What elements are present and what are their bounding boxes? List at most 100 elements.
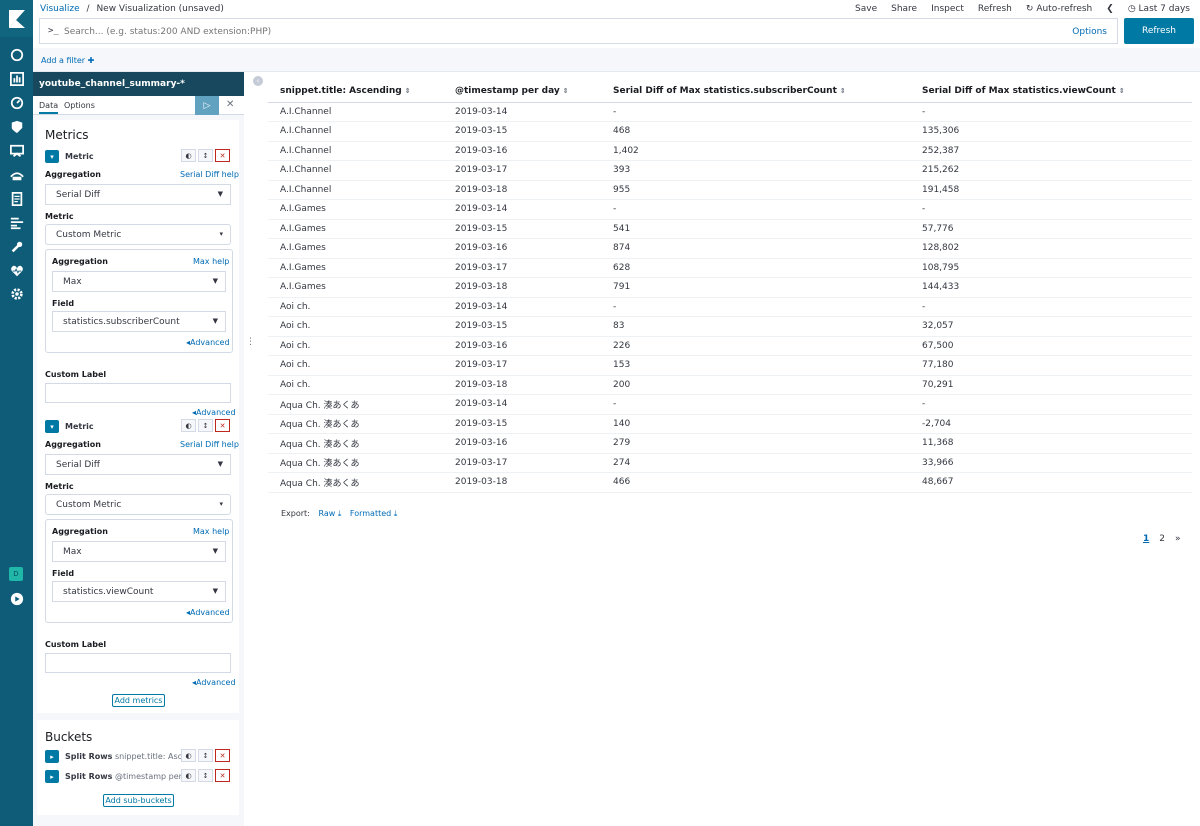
cell-subscriber-diff: 393: [601, 160, 910, 181]
max-help-link[interactable]: Max help: [193, 257, 229, 266]
toggle-enable-icon[interactable]: ◐: [181, 149, 196, 162]
metric-1-sub-advanced-toggle[interactable]: ◂Advanced: [186, 338, 230, 347]
logs-icon[interactable]: [8, 214, 25, 231]
kibana-logo-icon[interactable]: [0, 0, 33, 37]
remove-metric-icon[interactable]: ✕: [215, 149, 230, 162]
data-table: snippet.title: Ascending ⇕ @timestamp per…: [268, 80, 1192, 493]
column-header-view-diff[interactable]: Serial Diff of Max statistics.viewCount ⇕: [910, 80, 1192, 103]
metric-2-field-select[interactable]: statistics.viewCount ▼: [52, 581, 226, 602]
reorder-icon[interactable]: ↕: [198, 749, 213, 762]
discover-icon[interactable]: [8, 46, 25, 63]
tab-data[interactable]: Data: [39, 101, 59, 114]
cell-title: A.I.Channel: [268, 141, 443, 161]
add-metrics-button[interactable]: Add metrics: [112, 694, 165, 707]
toggle-enable-icon[interactable]: ◐: [181, 419, 196, 432]
page-1-link[interactable]: 1: [1143, 534, 1149, 544]
dev-tools-icon[interactable]: [8, 238, 25, 255]
toggle-enable-icon[interactable]: ◐: [181, 769, 196, 782]
metric-1-sub-aggregation-select[interactable]: Max ▼: [52, 271, 226, 292]
metric-2-toggle-chevron-icon[interactable]: ▾: [45, 420, 59, 433]
refresh-button[interactable]: Refresh: [1124, 18, 1194, 44]
cell-timestamp: 2019-03-14: [443, 297, 601, 317]
breadcrumb: Visualize / New Visualization (unsaved): [40, 4, 224, 14]
add-filter-link[interactable]: Add a filter ✚: [41, 56, 94, 65]
export-formatted-link[interactable]: Formatted ⤓: [350, 509, 397, 518]
reorder-icon[interactable]: ↕: [198, 419, 213, 432]
metric-2-aggregation-select[interactable]: Serial Diff ▼: [45, 454, 231, 475]
metric-1-toggle-chevron-icon[interactable]: ▾: [45, 150, 59, 163]
reorder-icon[interactable]: ↕: [198, 769, 213, 782]
column-header-timestamp[interactable]: @timestamp per day ⇕: [443, 80, 601, 103]
download-icon: ⤓: [337, 509, 342, 518]
metric-2-label: Metric: [65, 422, 94, 431]
visualize-icon[interactable]: [8, 70, 25, 87]
management-icon[interactable]: [8, 285, 25, 302]
add-sub-buckets-button[interactable]: Add sub-buckets: [103, 794, 174, 807]
left-nav: D: [0, 0, 33, 826]
infrastructure-icon[interactable]: [8, 190, 25, 207]
metric-1-aggregation-select[interactable]: Serial Diff ▼: [45, 184, 231, 205]
apply-changes-button[interactable]: ▷: [195, 96, 219, 115]
bucket-1-toggle-chevron-icon[interactable]: ▸: [45, 750, 59, 763]
save-button[interactable]: Save: [855, 4, 877, 14]
max-help-link[interactable]: Max help: [193, 527, 229, 536]
metric-2-aggregation-label: Aggregation: [45, 440, 101, 449]
user-avatar[interactable]: D: [9, 567, 23, 581]
table-row: A.I.Channel 2019-03-14- -: [268, 102, 1192, 122]
metric-1-field-select[interactable]: statistics.subscriberCount ▼: [52, 311, 226, 332]
metric-2-sub-advanced-toggle[interactable]: ◂Advanced: [186, 608, 230, 617]
timelion-icon[interactable]: [8, 118, 25, 135]
toggle-enable-icon[interactable]: ◐: [181, 749, 196, 762]
next-page-link[interactable]: »: [1175, 534, 1181, 544]
metric-1-advanced-toggle[interactable]: ◂Advanced: [192, 408, 236, 417]
remove-metric-icon[interactable]: ✕: [215, 419, 230, 432]
metric-1-field-label: Field: [52, 299, 75, 308]
column-header-subscriber-diff[interactable]: Serial Diff of Max statistics.subscriber…: [601, 80, 910, 103]
plus-icon: ✚: [87, 56, 95, 65]
monitoring-icon[interactable]: [8, 262, 25, 279]
metric-1-custom-label-input[interactable]: [45, 383, 231, 403]
metric-1-field-value: statistics.subscriberCount: [63, 317, 180, 327]
cell-subscriber-diff: 466: [601, 472, 910, 493]
export-raw-link[interactable]: Raw ⤓: [318, 509, 341, 518]
expand-nav-icon[interactable]: [8, 590, 25, 607]
metric-2-custom-label-input[interactable]: [45, 653, 231, 673]
column-header-title[interactable]: snippet.title: Ascending ⇕: [268, 80, 443, 103]
dashboard-icon[interactable]: [8, 94, 25, 111]
table-row: A.I.Games 2019-03-18 791 144,433: [268, 277, 1192, 298]
table-row: Aoi ch. 2019-03-17 153 77,180: [268, 355, 1192, 376]
metric-2-sub-aggregation-select[interactable]: Max ▼: [52, 541, 226, 562]
metric-2-metric-select[interactable]: Custom Metric ▾: [45, 494, 231, 515]
share-button[interactable]: Share: [891, 4, 917, 14]
serial-diff-help-link[interactable]: Serial Diff help: [180, 440, 239, 449]
metric-2-advanced-toggle[interactable]: ◂Advanced: [192, 678, 236, 687]
resize-handle-icon[interactable]: ⋮: [246, 337, 255, 347]
time-prev-button[interactable]: ❮: [1106, 4, 1114, 14]
remove-bucket-icon[interactable]: ✕: [215, 749, 230, 762]
breadcrumb-visualize-link[interactable]: Visualize: [40, 4, 80, 14]
breadcrumb-current: New Visualization (unsaved): [96, 4, 224, 14]
collapse-sidebar-icon[interactable]: ‹: [253, 76, 263, 86]
discard-close-icon[interactable]: ✕: [226, 99, 234, 110]
reorder-icon[interactable]: ↕: [198, 149, 213, 162]
serial-diff-help-link[interactable]: Serial Diff help: [180, 170, 239, 179]
maps-icon[interactable]: [8, 166, 25, 183]
table-header-row: snippet.title: Ascending ⇕ @timestamp per…: [268, 80, 1192, 103]
table-row: Aqua Ch. 湊あくあ 2019-03-14- -: [268, 394, 1192, 415]
bucket-2-toggle-chevron-icon[interactable]: ▸: [45, 770, 59, 783]
column-header-label: @timestamp per day: [455, 85, 560, 96]
auto-refresh-button[interactable]: ↻ Auto-refresh: [1026, 4, 1092, 14]
metric-1-metric-select[interactable]: Custom Metric ▾: [45, 224, 231, 245]
cell-view-diff: 33,966: [910, 453, 1192, 473]
time-picker-button[interactable]: ◷ Last 7 days: [1128, 4, 1190, 14]
search-input[interactable]: [64, 25, 1044, 39]
cell-view-diff: 144,433: [910, 277, 1192, 298]
remove-bucket-icon[interactable]: ✕: [215, 769, 230, 782]
inspect-button[interactable]: Inspect: [931, 4, 964, 14]
page-2-link[interactable]: 2: [1159, 534, 1165, 544]
query-options-link[interactable]: Options: [1072, 27, 1107, 37]
refresh-link[interactable]: Refresh: [978, 4, 1012, 14]
metric-1-custom-metric-box: Aggregation Max help Max ▼ Field statisti…: [45, 249, 233, 353]
canvas-icon[interactable]: [8, 142, 25, 159]
tab-options[interactable]: Options: [64, 101, 95, 110]
